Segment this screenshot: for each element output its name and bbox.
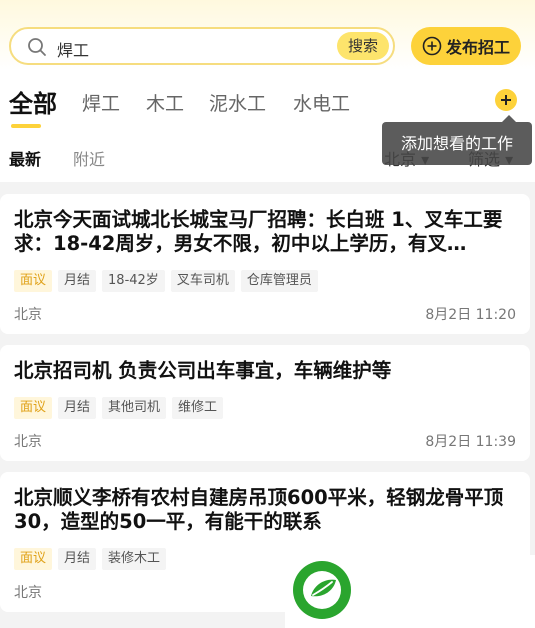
leaf-logo-icon — [293, 561, 351, 619]
job-tag: 月结 — [58, 397, 97, 419]
job-location: 北京 — [14, 307, 42, 323]
tab-welder[interactable]: 焊工 — [82, 89, 120, 116]
job-tag: 其他司机 — [102, 397, 167, 419]
job-title: 北京今天面试城北长城宝马厂招聘：长白班 1、叉车工要求：18-42周岁，男女不限… — [14, 208, 503, 255]
tab-plumber-electrician[interactable]: 水电工 — [293, 89, 350, 116]
tab-mason[interactable]: 泥水工 — [209, 89, 266, 116]
floating-app-logo[interactable] — [285, 555, 535, 628]
job-tag: 维修工 — [172, 397, 224, 419]
sort-nearby-tab[interactable]: 附近 — [73, 146, 105, 170]
job-tag: 月结 — [58, 270, 97, 292]
search-icon — [28, 38, 46, 56]
salary-tag: 面议 — [14, 270, 53, 292]
job-time: 8月2日 11:39 — [425, 434, 516, 450]
job-tags: 面议 月结 装修木工 — [14, 548, 167, 570]
tab-all[interactable]: 全部 — [9, 84, 57, 119]
job-tag: 月结 — [58, 548, 97, 570]
salary-tag: 面议 — [14, 397, 53, 419]
add-category-tooltip: 添加想看的工作 — [382, 115, 532, 165]
job-tag: 18-42岁 — [102, 270, 165, 292]
job-tag: 装修木工 — [102, 548, 167, 570]
job-tags: 面议 月结 18-42岁 叉车司机 仓库管理员 — [14, 270, 318, 292]
job-card[interactable]: 北京招司机 负责公司出车事宜，车辆维护等 面议 月结 其他司机 维修工 北京 8… — [0, 345, 530, 461]
active-tab-indicator — [11, 124, 41, 128]
salary-tag: 面议 — [14, 548, 53, 570]
search-bar[interactable]: 焊工 搜索 — [9, 27, 395, 65]
sort-latest-tab[interactable]: 最新 — [9, 146, 41, 170]
search-button[interactable]: 搜索 — [337, 32, 389, 60]
job-title: 北京顺义李桥有农村自建房吊顶600平米，轻钢龙骨平顶30，造型的50一平，有能干… — [14, 486, 504, 533]
search-input[interactable]: 焊工 — [57, 37, 89, 61]
job-time: 8月2日 11:20 — [425, 307, 516, 323]
publish-job-button[interactable]: 发布招工 — [411, 27, 521, 65]
tab-carpenter[interactable]: 木工 — [146, 89, 184, 116]
job-card[interactable]: 北京今天面试城北长城宝马厂招聘：长白班 1、叉车工要求：18-42周岁，男女不限… — [0, 194, 530, 334]
plus-circle-icon — [422, 36, 442, 56]
job-tag: 仓库管理员 — [240, 270, 318, 292]
publish-label: 发布招工 — [445, 38, 510, 57]
job-tags: 面议 月结 其他司机 维修工 — [14, 397, 224, 419]
job-tag: 叉车司机 — [170, 270, 235, 292]
add-category-icon[interactable] — [495, 89, 517, 111]
job-location: 北京 — [14, 585, 42, 601]
job-title: 北京招司机 负责公司出车事宜，车辆维护等 — [14, 359, 392, 382]
job-location: 北京 — [14, 434, 42, 450]
